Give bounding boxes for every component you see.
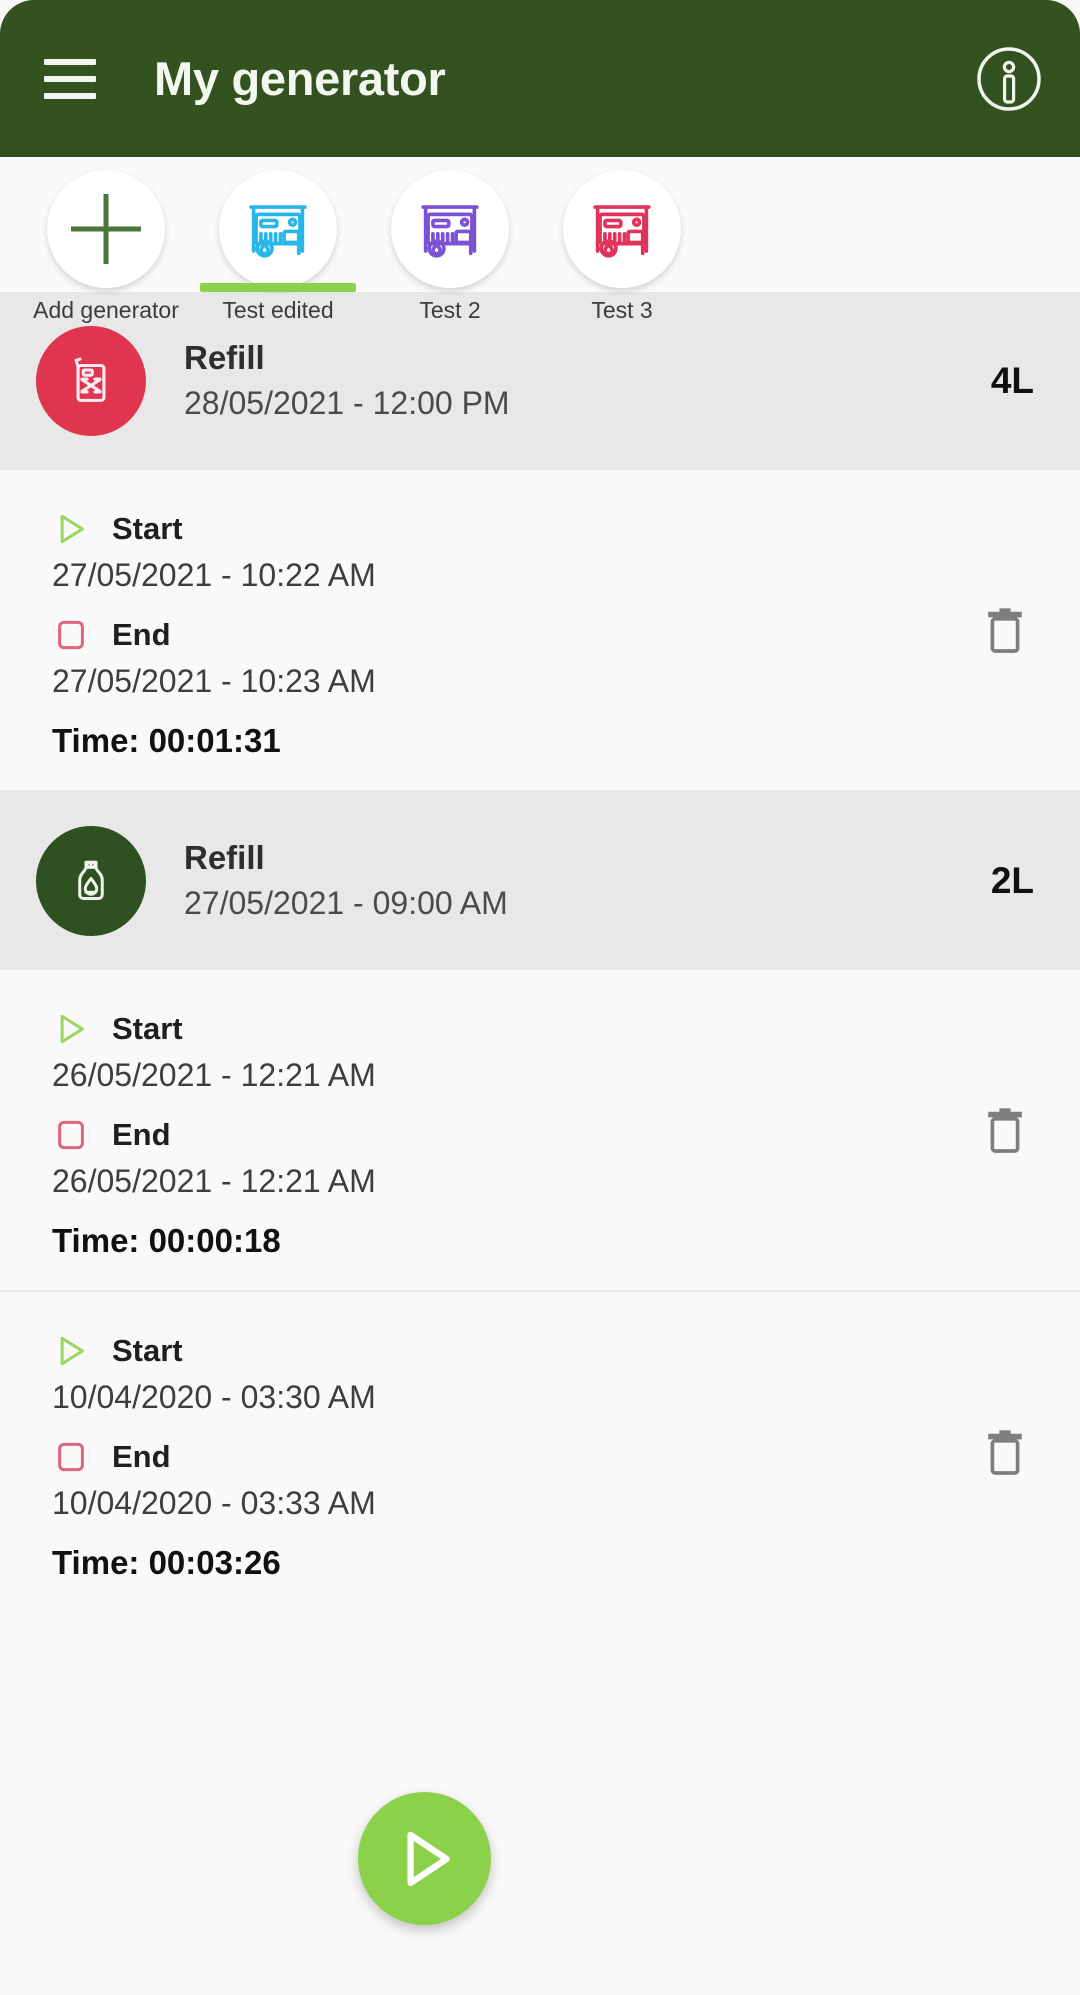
- session-end: End: [52, 1438, 1034, 1476]
- session-row[interactable]: Start 10/04/2020 - 03:30 AM End 10/04/20…: [0, 1292, 1080, 1612]
- session-end: End: [52, 616, 1034, 654]
- plus-icon: [71, 194, 141, 264]
- refill-info: Refill 27/05/2021 - 09:00 AM: [184, 837, 991, 925]
- play-triangle-icon: [60, 1014, 84, 1044]
- activity-feed: Refill 28/05/2021 - 12:00 PM 4L Start 27…: [0, 292, 1080, 1995]
- hamburger-bar: [44, 75, 96, 82]
- hamburger-bar: [44, 92, 96, 99]
- generator-icon: [593, 205, 651, 258]
- trash-icon[interactable]: [982, 1424, 1028, 1480]
- session-start-label: Start: [112, 1011, 183, 1046]
- page-title: My generator: [154, 52, 446, 105]
- stop-square-icon: [58, 1442, 84, 1472]
- play-triangle-icon: [60, 1336, 84, 1366]
- tab-avatar: [47, 170, 165, 288]
- session-start-date: 26/05/2021 - 12:21 AM: [52, 1057, 376, 1093]
- session-end-label: End: [112, 617, 171, 652]
- refill-date: 27/05/2021 - 09:00 AM: [184, 885, 508, 922]
- session-row[interactable]: Start 27/05/2021 - 10:22 AM End 27/05/20…: [0, 470, 1080, 792]
- tab-label: Test 3: [591, 297, 653, 323]
- app-screen: My generator Add generator Test edited T…: [0, 0, 1080, 1995]
- tab-label: Test 2: [419, 297, 481, 323]
- tab-label: Add generator: [33, 297, 179, 323]
- session-start: Start: [52, 1010, 1034, 1048]
- session-end-label: End: [112, 1439, 171, 1474]
- oil-bottle-icon: [78, 860, 104, 900]
- session-end: End: [52, 1116, 1034, 1154]
- refill-badge: [36, 326, 146, 436]
- refill-amount: 4L: [990, 360, 1034, 401]
- tab-test-3[interactable]: Test 3: [536, 157, 708, 322]
- refill-amount: 2L: [990, 860, 1034, 901]
- session-duration: Time: 00:01:31: [52, 722, 281, 759]
- fuel-can-icon: [74, 357, 106, 402]
- session-end-label: End: [112, 1117, 171, 1152]
- session-end-date: 27/05/2021 - 10:23 AM: [52, 663, 376, 699]
- tab-avatar: [219, 170, 337, 288]
- trash-icon[interactable]: [982, 1102, 1028, 1158]
- refill-title: Refill: [184, 839, 265, 877]
- session-start: Start: [52, 1332, 1034, 1370]
- hamburger-menu-icon[interactable]: [44, 58, 96, 99]
- play-triangle-icon: [406, 1831, 450, 1886]
- play-triangle-icon: [60, 514, 84, 544]
- tab-active-indicator: [200, 283, 356, 292]
- tab-label: Test edited: [222, 297, 334, 323]
- hamburger-bar: [44, 58, 96, 65]
- start-generator-fab[interactable]: [358, 1792, 491, 1925]
- tab-test-edited[interactable]: Test edited: [192, 157, 364, 322]
- tab-test-2[interactable]: Test 2: [364, 157, 536, 322]
- refill-date: 28/05/2021 - 12:00 PM: [184, 385, 510, 422]
- refill-badge: [36, 826, 146, 936]
- tab-avatar: [563, 170, 681, 288]
- stop-square-icon: [58, 1120, 84, 1150]
- trash-icon[interactable]: [982, 602, 1028, 658]
- refill-row[interactable]: Refill 27/05/2021 - 09:00 AM 2L: [0, 792, 1080, 970]
- tab-avatar: [391, 170, 509, 288]
- info-circle-icon[interactable]: [974, 44, 1044, 114]
- session-end-date: 10/04/2020 - 03:33 AM: [52, 1485, 376, 1521]
- tab-add-generator[interactable]: Add generator: [20, 157, 192, 322]
- session-duration: Time: 00:03:26: [52, 1544, 281, 1581]
- feed-spacer: [0, 1612, 1080, 1995]
- generator-icon: [421, 205, 479, 258]
- refill-title: Refill: [184, 339, 265, 377]
- generator-tab-strip: Add generator Test edited Test 2 Test 3: [0, 157, 1080, 322]
- session-duration: Time: 00:00:18: [52, 1222, 281, 1259]
- session-start-label: Start: [112, 511, 183, 546]
- session-start-date: 27/05/2021 - 10:22 AM: [52, 557, 376, 593]
- session-start: Start: [52, 510, 1034, 548]
- session-end-date: 26/05/2021 - 12:21 AM: [52, 1163, 376, 1199]
- session-start-label: Start: [112, 1333, 183, 1368]
- refill-info: Refill 28/05/2021 - 12:00 PM: [184, 337, 991, 425]
- session-row[interactable]: Start 26/05/2021 - 12:21 AM End 26/05/20…: [0, 970, 1080, 1292]
- app-bar: My generator: [0, 0, 1080, 157]
- stop-square-icon: [58, 620, 84, 650]
- generator-icon: [249, 205, 307, 258]
- session-start-date: 10/04/2020 - 03:30 AM: [52, 1379, 376, 1415]
